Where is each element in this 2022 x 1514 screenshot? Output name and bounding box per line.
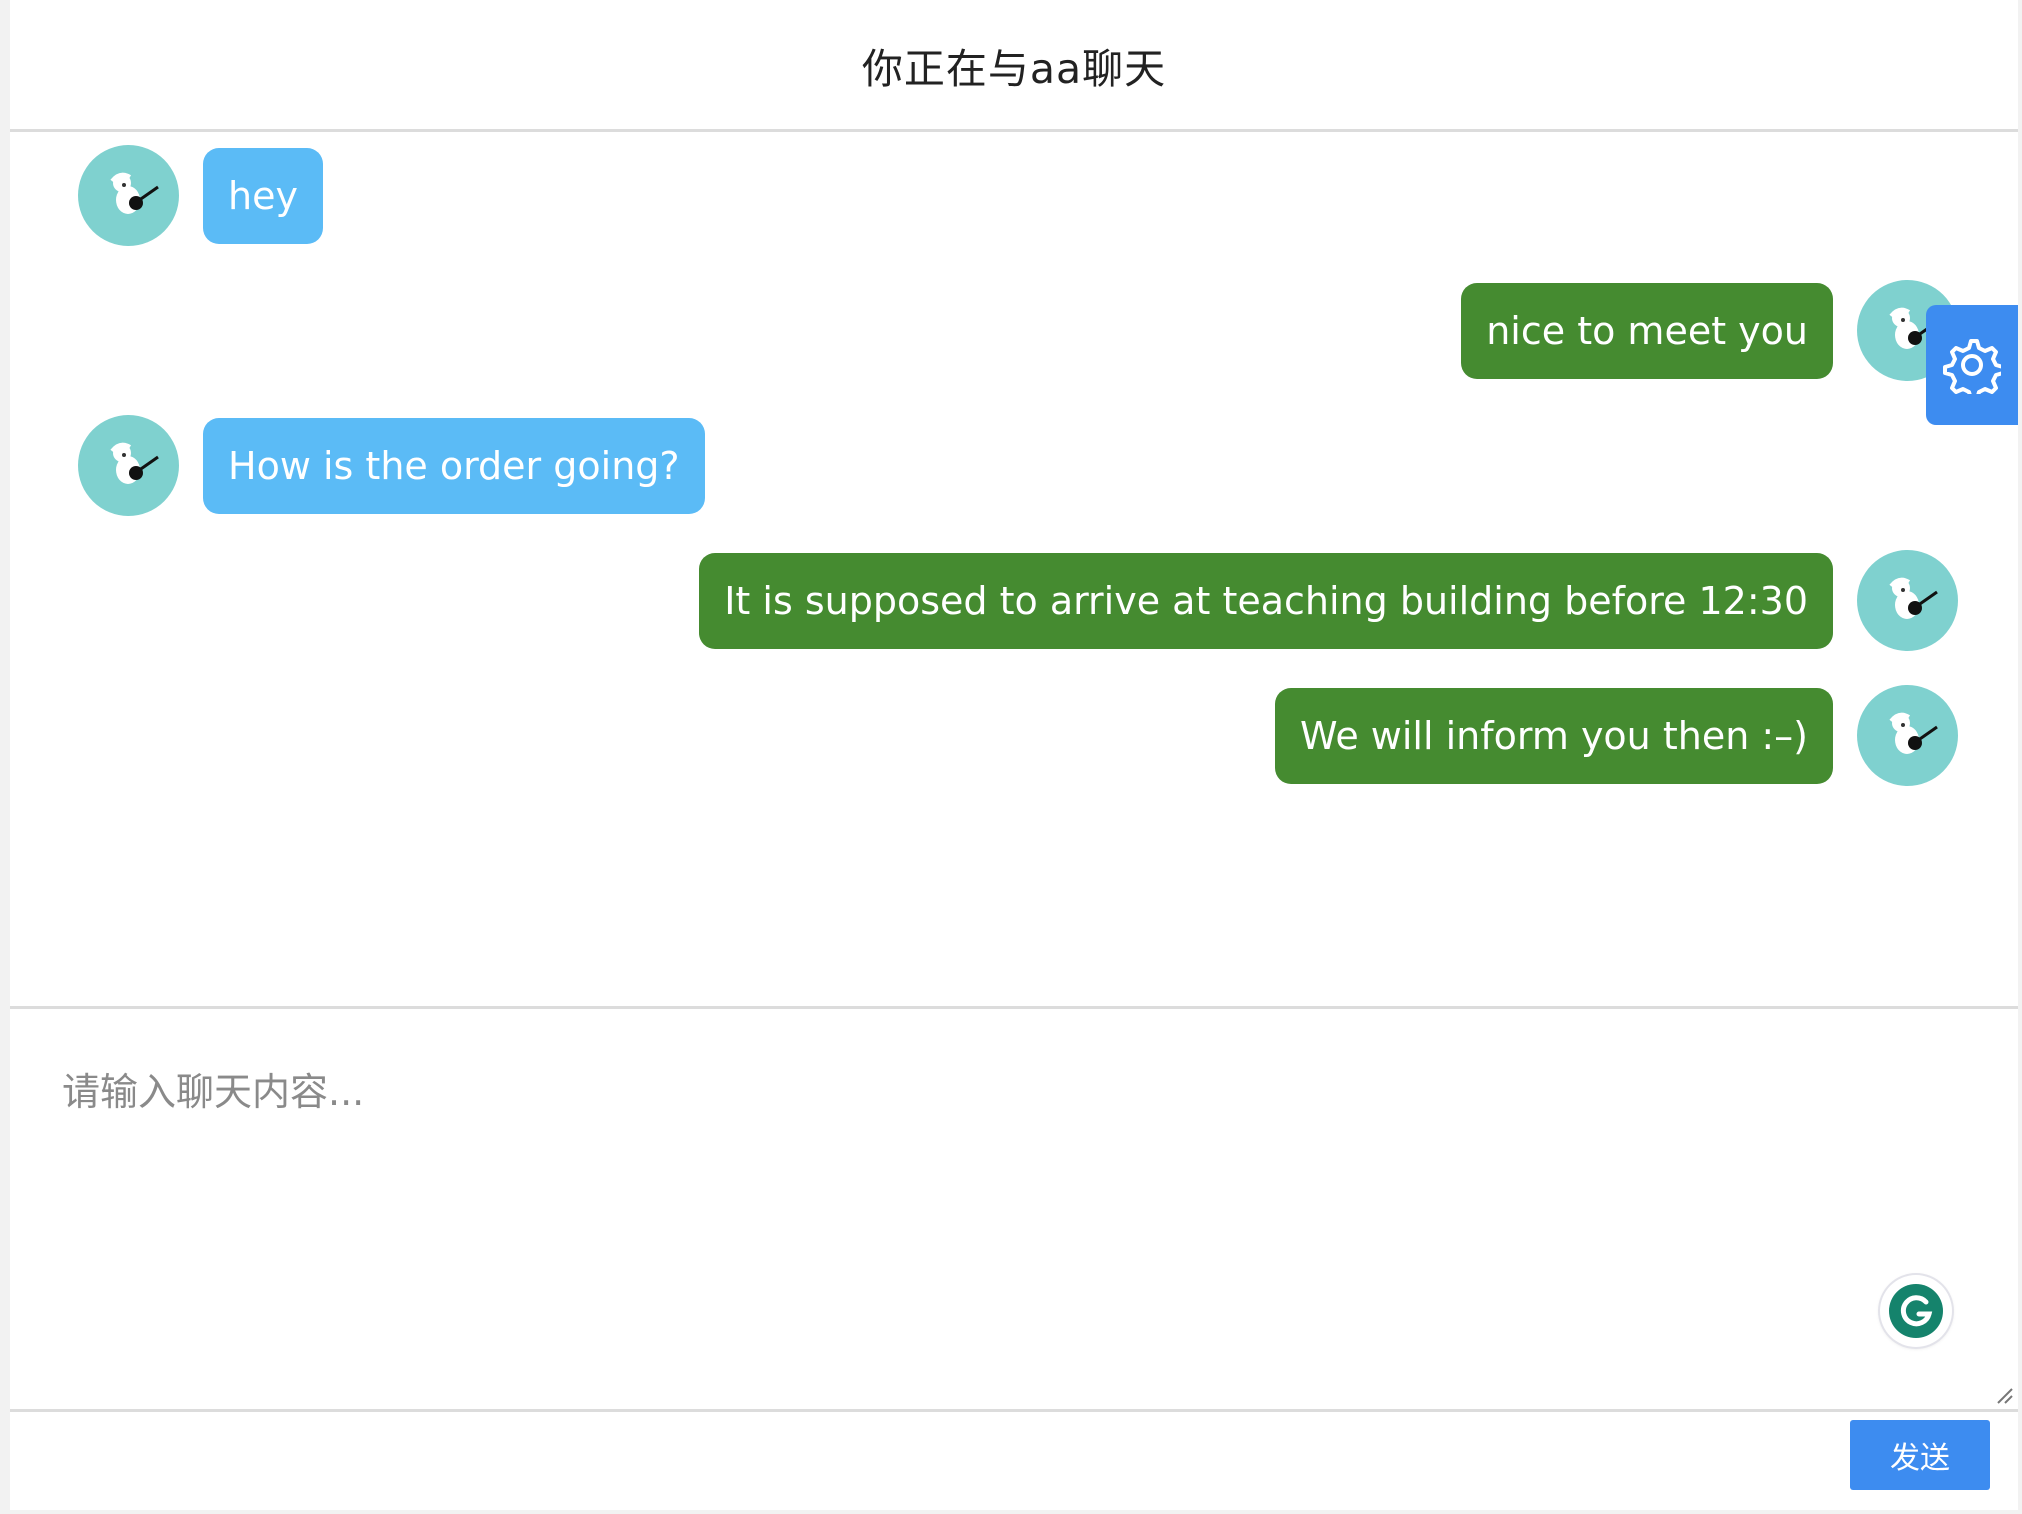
avatar-character-icon (110, 442, 159, 484)
resize-handle-icon[interactable] (1994, 1385, 2014, 1405)
message-bubble: We will inform you then :–) (1274, 687, 1833, 784)
chat-title: 你正在与aa聊天 (861, 44, 1167, 93)
message-bubble: How is the order going? (203, 417, 705, 514)
message-bubble: hey (203, 147, 323, 244)
message-item-incoming: hey (78, 145, 323, 246)
avatar-character-icon (1889, 712, 1938, 754)
message-item-outgoing: nice to meet you (1461, 280, 1958, 381)
grammarly-button[interactable] (1880, 1275, 1952, 1347)
avatar-character-icon (110, 172, 159, 214)
chat-input[interactable] (10, 1009, 2018, 1409)
avatar (1857, 550, 1958, 651)
gear-icon (1943, 339, 2001, 394)
avatar-character-icon (1889, 577, 1938, 619)
message-item-outgoing: It is supposed to arrive at teaching bui… (699, 550, 1958, 651)
avatar (78, 415, 179, 516)
message-bubble: nice to meet you (1461, 282, 1833, 379)
chat-window: 你正在与aa聊天 hey nice to meet you How is the… (10, 0, 2018, 1510)
message-item-outgoing: We will inform you then :–) (1274, 685, 1958, 786)
message-item-incoming: How is the order going? (78, 415, 705, 516)
avatar (78, 145, 179, 246)
grammarly-icon (1889, 1284, 1943, 1338)
settings-button[interactable] (1926, 305, 2018, 425)
send-button[interactable]: 发送 (1850, 1420, 1990, 1490)
chat-header: 你正在与aa聊天 (10, 0, 2018, 132)
composer-footer: 发送 (10, 1412, 2018, 1510)
avatar (1857, 685, 1958, 786)
message-composer (10, 1006, 2018, 1412)
message-bubble: It is supposed to arrive at teaching bui… (699, 552, 1833, 649)
message-list: hey nice to meet you How is the order go… (10, 132, 2018, 1006)
